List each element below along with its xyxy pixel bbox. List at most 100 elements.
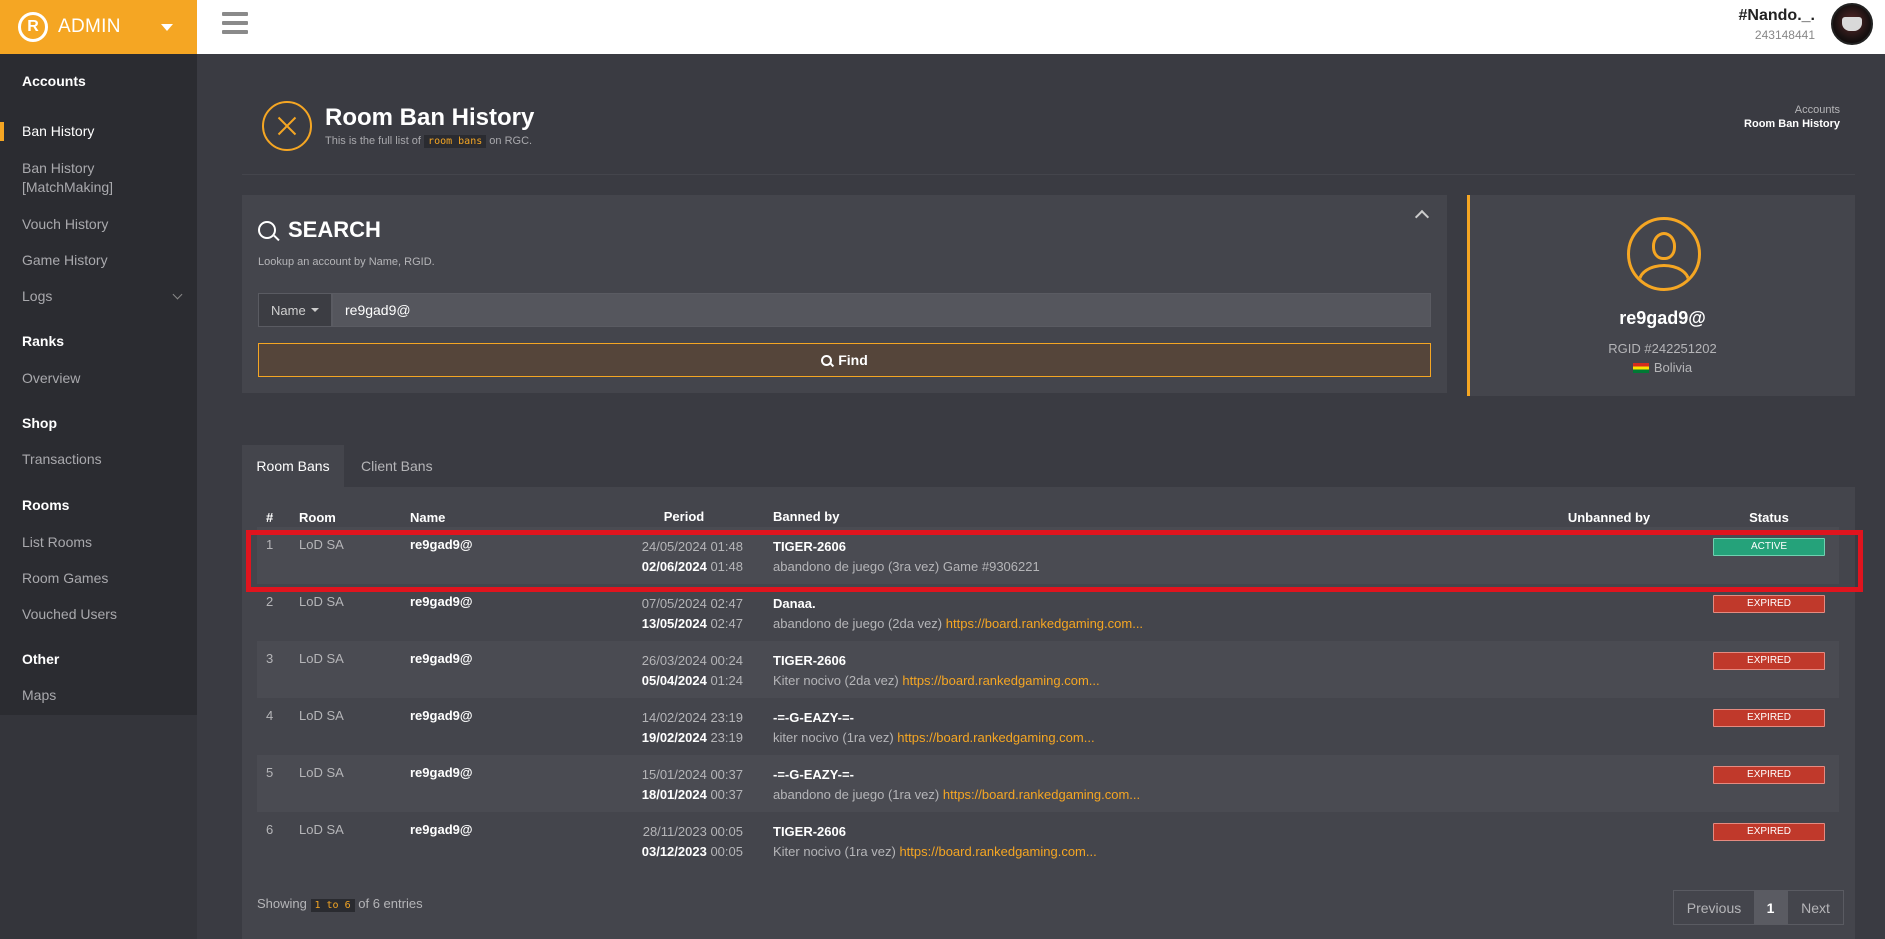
end-time: 01:24 [710,673,743,688]
cell-num: 1 [257,527,299,584]
cell-name[interactable]: re9gad9@ [410,527,595,584]
avatar[interactable] [1831,3,1873,45]
close-circle-icon [262,101,312,151]
next-button[interactable]: Next [1787,891,1843,924]
tab-room-bans[interactable]: Room Bans [242,445,344,487]
banned-by-name[interactable]: Danaa. [773,594,1519,614]
logo-icon: R [18,12,48,42]
table-row[interactable]: 3 LoD SA re9gad9@ 26/03/2024 00:24 05/04/202… [257,641,1839,698]
col-header-num[interactable]: # [257,507,299,527]
profile-card: re9gad9@ RGID #242251202 Bolivia [1467,195,1855,396]
sidebar-item-maps[interactable]: Maps [0,686,56,705]
chevron-up-icon[interactable] [1414,209,1430,225]
col-header-status[interactable]: Status [1699,507,1839,527]
cell-name[interactable]: re9gad9@ [410,641,595,698]
cell-name[interactable]: re9gad9@ [410,755,595,812]
cell-banned-by: -=-G-EAZY-=- abandono de juego (1ra vez) … [773,755,1519,812]
search-type-select[interactable]: Name [258,293,332,327]
sidebar-item-game-history[interactable]: Game History [0,251,108,270]
col-header-unbanned-by[interactable]: Unbanned by [1519,507,1699,527]
col-header-room[interactable]: Room [299,507,410,527]
cell-name[interactable]: re9gad9@ [410,698,595,755]
find-button[interactable]: Find [258,343,1431,377]
table-row[interactable]: 5 LoD SA re9gad9@ 15/01/2024 00:37 18/01/202… [257,755,1839,812]
banned-by-name[interactable]: TIGER-2606 [773,822,1519,842]
search-hint: Lookup an account by Name, RGID. [258,256,435,268]
cell-room: LoD SA [299,527,410,584]
cell-banned-by: Danaa. abandono de juego (2da vez) https:… [773,584,1519,641]
start-date: 15/01/2024 [641,767,707,782]
top-bar: #Nando._. 243148441 [197,0,1885,54]
start-time: 23:19 [710,710,743,725]
table-row[interactable]: 4 LoD SA re9gad9@ 14/02/2024 23:19 19/02/202… [257,698,1839,755]
start-time: 02:47 [710,596,743,611]
start-time: 00:05 [710,824,743,839]
cell-status: EXPIRED [1699,584,1839,641]
banned-by-name[interactable]: TIGER-2606 [773,537,1519,557]
ban-reason-link[interactable]: https://board.rankedgaming.com... [899,844,1096,859]
sidebar-item-overview[interactable]: Overview [0,369,80,388]
bans-table: # Room Name Period Banned by Unbanned by… [257,507,1839,869]
search-input[interactable] [332,293,1431,327]
sidebar-item-ban-history-matchmaking[interactable]: Ban History [MatchMaking] [0,159,140,197]
sidebar-item-transactions[interactable]: Transactions [0,450,102,469]
table-row[interactable]: 2 LoD SA re9gad9@ 07/05/2024 02:47 13/05/202… [257,584,1839,641]
hamburger-icon[interactable] [222,12,248,34]
table-row[interactable]: 6 LoD SA re9gad9@ 28/11/2023 00:05 03/12/202… [257,812,1839,869]
sidebar-item-logs[interactable]: Logs [0,287,197,306]
cell-unbanned-by [1519,698,1699,755]
search-panel: SEARCH Lookup an account by Name, RGID. … [242,195,1447,393]
entries-range: 1 to 6 [310,899,355,912]
banned-by-name[interactable]: TIGER-2606 [773,651,1519,671]
col-header-banned-by[interactable]: Banned by [773,507,1519,527]
cell-room: LoD SA [299,755,410,812]
sidebar-item-label: Maps [22,687,57,703]
cell-period: 26/03/2024 00:24 05/04/2024 01:24 [595,641,773,698]
page-1-button[interactable]: 1 [1754,891,1787,924]
cell-name[interactable]: re9gad9@ [410,584,595,641]
brand-header[interactable]: R ADMIN [0,0,197,54]
breadcrumb: Accounts Room Ban History [1744,104,1840,130]
breadcrumb-item-accounts[interactable]: Accounts [1744,104,1840,116]
sidebar-item-label: Game History [22,252,108,268]
sidebar-item-room-games[interactable]: Room Games [0,569,108,588]
subtitle-text: on RGC. [489,135,533,147]
sidebar-item-ban-history[interactable]: Ban History [0,122,197,141]
start-date: 14/02/2024 [641,710,707,725]
cell-name[interactable]: re9gad9@ [410,812,595,869]
table-row[interactable]: 1 LoD SA re9gad9@ 24/05/2024 01:48 02/06/202… [257,527,1839,584]
sidebar-item-vouched-users[interactable]: Vouched Users [0,605,117,624]
sidebar-item-vouch-history[interactable]: Vouch History [0,215,108,234]
col-header-period[interactable]: Period [595,507,773,527]
chevron-down-icon[interactable] [161,23,173,31]
end-time: 00:05 [710,844,743,859]
sidebar-item-label: Logs [22,288,53,304]
ban-reason-link[interactable]: https://board.rankedgaming.com... [946,616,1143,631]
col-header-name[interactable]: Name [410,507,595,527]
ban-reason-link[interactable]: https://board.rankedgaming.com... [897,730,1094,745]
end-time: 00:37 [710,787,743,802]
previous-button[interactable]: Previous [1674,891,1754,924]
ban-reason-link[interactable]: https://board.rankedgaming.com... [902,673,1099,688]
find-label: Find [838,352,868,368]
banned-by-name[interactable]: -=-G-EAZY-=- [773,708,1519,728]
sidebar-item-label: Transactions [22,451,102,467]
sidebar-section-rooms: Rooms [22,497,70,513]
sidebar-item-list-rooms[interactable]: List Rooms [0,533,92,552]
status-badge: EXPIRED [1713,709,1825,727]
banned-by-name[interactable]: -=-G-EAZY-=- [773,765,1519,785]
start-time: 00:37 [710,767,743,782]
sidebar-item-label: Ban History [MatchMaking] [22,160,114,195]
ban-reason: abandono de juego (2da vez) [773,616,943,631]
chevron-down-icon [172,289,183,300]
subtitle-text: This is the full list of [325,135,421,147]
cell-period: 14/02/2024 23:19 19/02/2024 23:19 [595,698,773,755]
tab-client-bans[interactable]: Client Bans [361,445,433,487]
ban-reason-link[interactable]: https://board.rankedgaming.com... [943,787,1140,802]
end-date: 05/04/2024 [641,673,707,688]
user-info[interactable]: #Nando._. 243148441 [1739,7,1815,42]
cell-num: 4 [257,698,299,755]
sidebar-item-label: Vouch History [22,216,109,232]
cell-num: 3 [257,641,299,698]
end-date: 13/05/2024 [641,616,707,631]
